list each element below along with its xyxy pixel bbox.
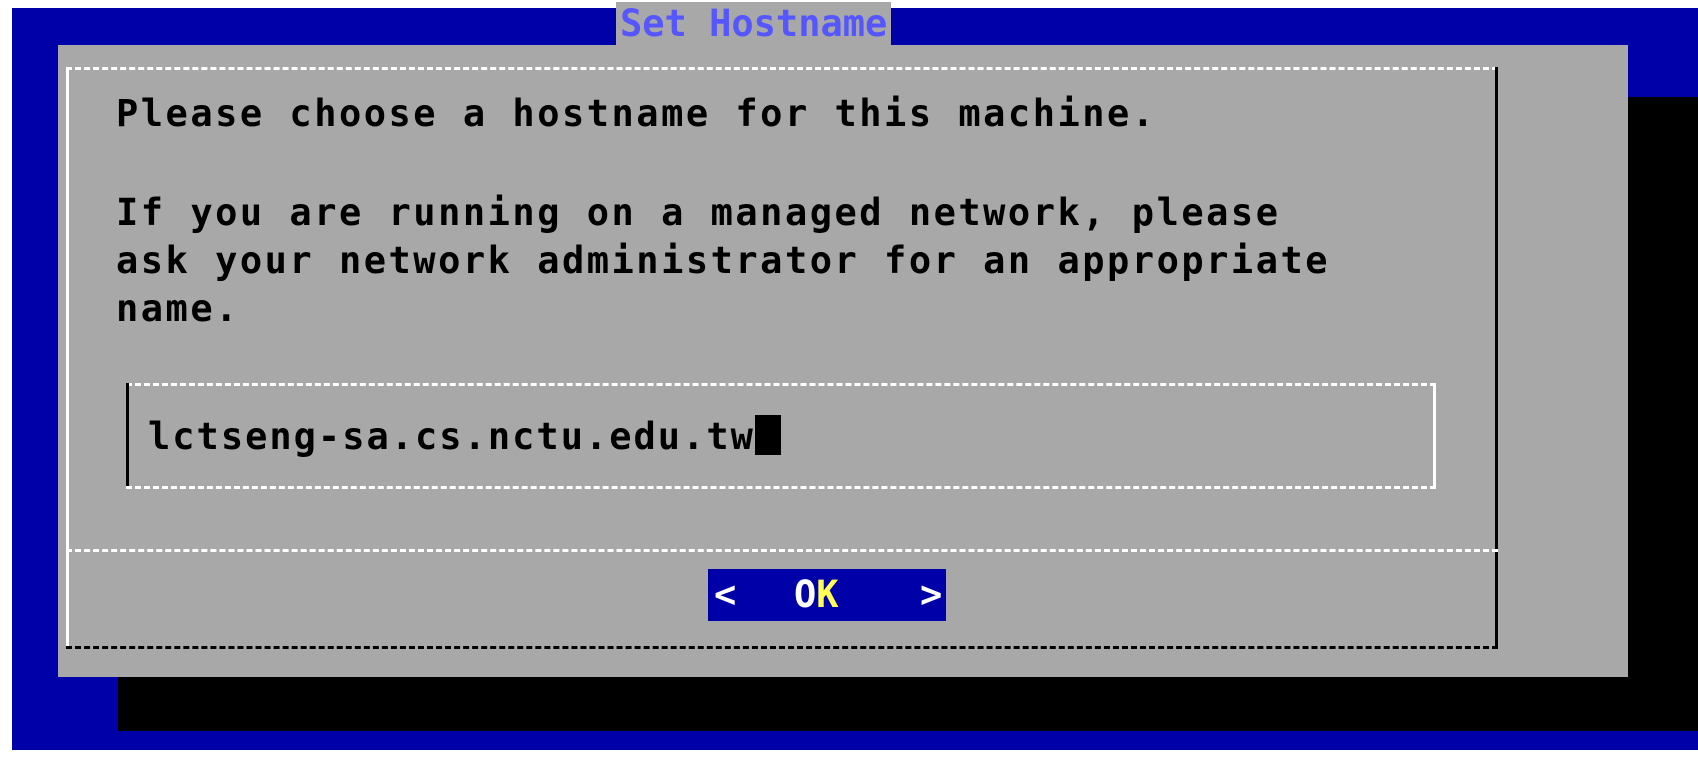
ok-button-left-bracket: <	[714, 573, 737, 616]
button-area-separator	[66, 549, 1498, 552]
message-line-3: ask your network administrator for an ap…	[116, 239, 1331, 282]
ok-button-right-bracket: >	[920, 573, 943, 616]
ok-button-hotkey: K	[816, 573, 839, 616]
dialog-title: Set Hostname	[616, 2, 892, 46]
input-left-border	[126, 383, 129, 489]
frame-right-border	[1495, 67, 1498, 647]
ok-button[interactable]: < OK >	[708, 569, 946, 621]
message-line-1: Please choose a hostname for this machin…	[116, 92, 1157, 135]
message-line-4: name.	[116, 287, 240, 330]
input-right-border	[1433, 383, 1436, 489]
hostname-text: lctseng-sa.cs.nctu.edu.tw	[148, 415, 755, 458]
frame-top-border	[66, 67, 1498, 70]
message-line-2: If you are running on a managed network,…	[116, 191, 1281, 234]
ok-button-label: OK	[794, 569, 839, 621]
frame-bottom-border	[66, 646, 1498, 649]
frame-left-border	[66, 67, 69, 647]
hostname-input-value[interactable]: lctseng-sa.cs.nctu.edu.tw	[148, 415, 781, 459]
ok-button-label-o: O	[794, 573, 817, 616]
input-top-border	[126, 383, 1436, 386]
text-cursor	[754, 415, 781, 455]
input-bottom-border	[126, 486, 1436, 489]
